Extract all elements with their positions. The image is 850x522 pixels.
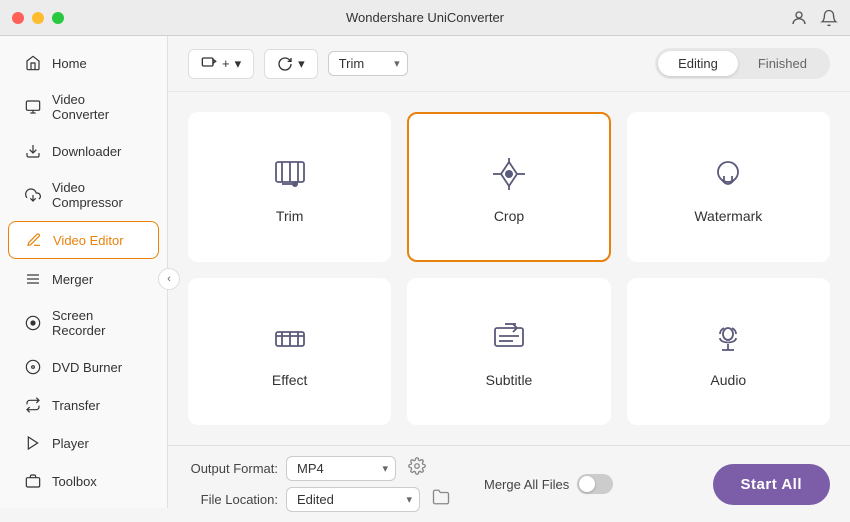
tab-finished[interactable]: Finished — [738, 51, 827, 76]
sidebar-item-dvd-burner[interactable]: DVD Burner — [8, 349, 159, 385]
trim-icon — [266, 150, 314, 198]
sidebar-label-downloader: Downloader — [52, 144, 121, 159]
editor-card-audio[interactable]: Audio — [627, 278, 830, 426]
editor-card-trim[interactable]: Trim — [188, 112, 391, 262]
content-area: + ▾ ▾ Trim Editing Finished — [168, 36, 850, 522]
sidebar-label-video-converter: Video Converter — [52, 92, 143, 122]
editor-card-crop[interactable]: Crop — [407, 112, 610, 262]
output-format-select[interactable]: MP4 MOV AVI MKV — [286, 456, 396, 481]
sidebar-label-video-editor: Video Editor — [53, 233, 124, 248]
file-location-row: File Location: Edited Same as source Bro… — [188, 487, 454, 512]
app-title: Wondershare UniConverter — [346, 10, 504, 25]
sidebar-item-video-compressor[interactable]: Video Compressor — [8, 171, 159, 219]
titlebar-action-area — [790, 9, 838, 27]
sidebar-item-video-converter[interactable]: Video Converter — [8, 83, 159, 131]
downloader-icon — [24, 142, 42, 160]
watermark-icon — [704, 150, 752, 198]
sidebar-label-toolbox: Toolbox — [52, 474, 97, 489]
toolbox-icon — [24, 472, 42, 490]
sidebar-item-player[interactable]: Player — [8, 425, 159, 461]
sidebar-label-dvd-burner: DVD Burner — [52, 360, 122, 375]
merge-label: Merge All Files — [484, 477, 569, 492]
sidebar-item-transfer[interactable]: Transfer — [8, 387, 159, 423]
output-format-label: Output Format: — [188, 461, 278, 476]
add-icon — [201, 56, 217, 72]
effect-label: Effect — [272, 372, 308, 388]
sidebar: Home Video Converter Downloader — [0, 36, 168, 508]
file-location-label: File Location: — [188, 492, 278, 507]
sidebar-collapse-button[interactable]: ‹ — [158, 268, 180, 290]
video-editor-icon — [25, 231, 43, 249]
main-layout: Home Video Converter Downloader — [0, 36, 850, 522]
subtitle-icon — [485, 314, 533, 362]
video-compressor-icon — [24, 186, 42, 204]
view-tab-group: Editing Finished — [655, 48, 830, 79]
crop-label: Crop — [494, 208, 524, 224]
sidebar-label-transfer: Transfer — [52, 398, 100, 413]
editor-card-subtitle[interactable]: Subtitle — [407, 278, 610, 426]
sidebar-item-screen-recorder[interactable]: Screen Recorder — [8, 299, 159, 347]
sidebar-item-toolbox[interactable]: Toolbox — [8, 463, 159, 499]
rotate-chevron: ▾ — [298, 56, 305, 72]
rotate-icon — [277, 56, 293, 72]
player-icon — [24, 434, 42, 452]
rotate-button[interactable]: ▾ — [264, 49, 318, 79]
output-settings: Output Format: MP4 MOV AVI MKV — [188, 456, 454, 512]
sidebar-label-merger: Merger — [52, 272, 93, 287]
output-format-row: Output Format: MP4 MOV AVI MKV — [188, 456, 454, 481]
sidebar-label-video-compressor: Video Compressor — [52, 180, 143, 210]
output-settings-icon[interactable] — [404, 457, 430, 480]
screen-recorder-icon — [24, 314, 42, 332]
subtitle-label: Subtitle — [486, 372, 533, 388]
tab-editing[interactable]: Editing — [658, 51, 738, 76]
titlebar: Wondershare UniConverter — [0, 0, 850, 36]
sidebar-label-home: Home — [52, 56, 87, 71]
sidebar-label-player: Player — [52, 436, 89, 451]
audio-icon — [704, 314, 752, 362]
crop-icon — [485, 150, 533, 198]
minimize-button[interactable] — [32, 12, 44, 24]
add-media-button[interactable]: + ▾ — [188, 49, 254, 79]
bottom-bar: Output Format: MP4 MOV AVI MKV — [168, 445, 850, 522]
sidebar-label-screen-recorder: Screen Recorder — [52, 308, 143, 338]
window-controls — [12, 12, 64, 24]
sidebar-item-home[interactable]: Home — [8, 45, 159, 81]
user-icon[interactable] — [790, 9, 808, 27]
merge-toggle[interactable] — [577, 474, 613, 494]
trim-select[interactable]: Trim — [328, 51, 408, 76]
effect-icon — [266, 314, 314, 362]
editor-card-effect[interactable]: Effect — [188, 278, 391, 426]
sidebar-item-downloader[interactable]: Downloader — [8, 133, 159, 169]
home-icon — [24, 54, 42, 72]
add-btn-label: + — [222, 56, 230, 71]
toolbar: + ▾ ▾ Trim Editing Finished — [168, 36, 850, 92]
close-button[interactable] — [12, 12, 24, 24]
notification-icon[interactable] — [820, 9, 838, 27]
folder-open-button[interactable] — [428, 488, 454, 511]
editor-grid: Trim Crop — [168, 92, 850, 445]
file-location-select-wrap[interactable]: Edited Same as source Browse... — [286, 487, 420, 512]
sidebar-item-video-editor[interactable]: Video Editor — [8, 221, 159, 259]
file-location-select[interactable]: Edited Same as source Browse... — [286, 487, 420, 512]
merge-section: Merge All Files — [484, 474, 613, 494]
dvd-burner-icon — [24, 358, 42, 376]
maximize-button[interactable] — [52, 12, 64, 24]
transfer-icon — [24, 396, 42, 414]
audio-label: Audio — [710, 372, 746, 388]
editor-card-watermark[interactable]: Watermark — [627, 112, 830, 262]
start-all-button[interactable]: Start All — [713, 464, 830, 505]
add-chevron: ▾ — [235, 56, 242, 72]
trim-select-wrap[interactable]: Trim — [328, 51, 408, 76]
output-format-select-wrap[interactable]: MP4 MOV AVI MKV — [286, 456, 396, 481]
merger-icon — [24, 270, 42, 288]
watermark-label: Watermark — [694, 208, 762, 224]
video-converter-icon — [24, 98, 42, 116]
sidebar-wrapper: Home Video Converter Downloader — [0, 36, 168, 522]
trim-label: Trim — [276, 208, 303, 224]
sidebar-item-merger[interactable]: Merger — [8, 261, 159, 297]
